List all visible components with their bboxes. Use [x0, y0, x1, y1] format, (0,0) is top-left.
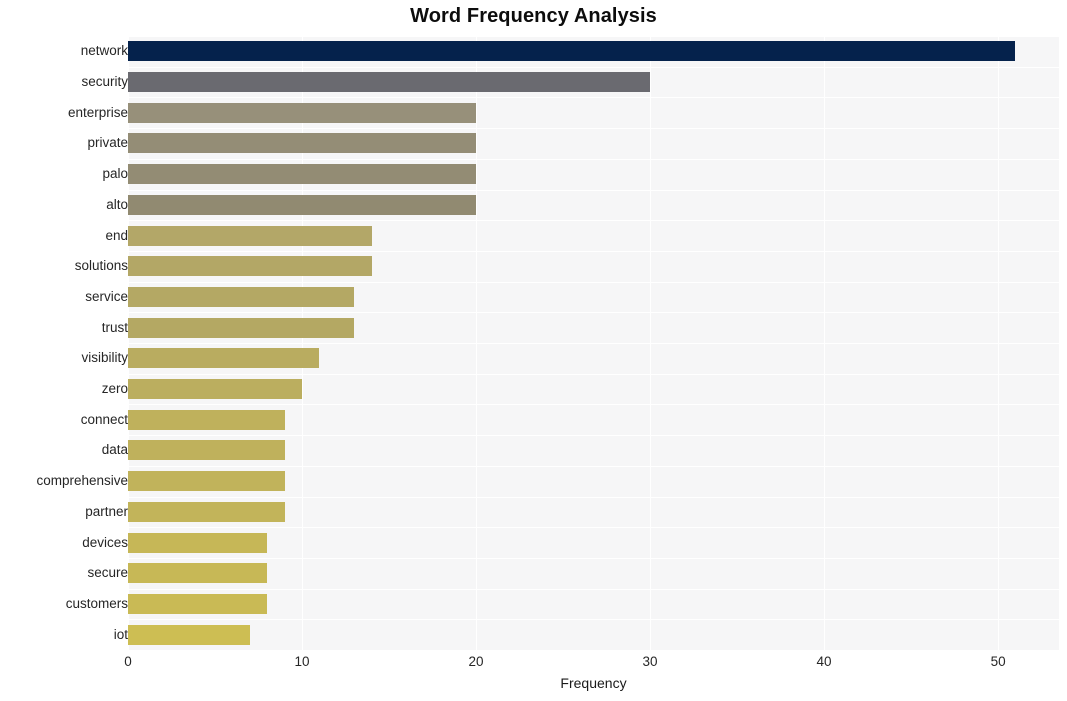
x-tick-label: 20: [468, 654, 484, 669]
y-tick-label: iot: [113, 626, 128, 642]
bar[interactable]: [128, 133, 477, 154]
gridline-horizontal: [128, 435, 1059, 436]
chart-title: Word Frequency Analysis: [410, 5, 657, 27]
bar[interactable]: [128, 593, 268, 614]
gridline-horizontal: [128, 466, 1059, 467]
y-tick-label: alto: [106, 196, 128, 212]
gridline-horizontal: [128, 159, 1059, 160]
y-axis-tick-labels: network security enterprise private palo alto…: [0, 36, 128, 650]
bar[interactable]: [128, 72, 651, 93]
y-tick-label: data: [101, 442, 128, 458]
gridline-horizontal: [128, 36, 1059, 37]
x-axis-tick-labels: 0 10 20 30 40 50: [0, 650, 1067, 676]
chart-figure: Word Frequency Analysis network security e…: [0, 0, 1067, 701]
bar[interactable]: [128, 471, 285, 492]
gridline-horizontal: [128, 251, 1059, 252]
bar[interactable]: [128, 41, 1016, 62]
gridline-horizontal: [128, 343, 1059, 344]
gridline-horizontal: [128, 67, 1059, 68]
y-tick-label: end: [105, 227, 128, 243]
y-tick-label: secure: [87, 565, 128, 581]
gridline-horizontal: [128, 589, 1059, 590]
bar[interactable]: [128, 409, 285, 430]
gridline-horizontal: [128, 97, 1059, 98]
bar[interactable]: [128, 379, 303, 400]
y-tick-label: visibility: [81, 350, 128, 366]
bar[interactable]: [128, 225, 372, 246]
y-tick-label: partner: [85, 503, 128, 519]
y-tick-label: customers: [65, 595, 128, 611]
y-tick-label: service: [85, 288, 128, 304]
plot-area: [128, 36, 1059, 650]
gridline-horizontal: [128, 527, 1059, 528]
y-tick-label: trust: [101, 319, 128, 335]
bar[interactable]: [128, 440, 285, 461]
bar[interactable]: [128, 317, 355, 338]
bar[interactable]: [128, 164, 477, 185]
gridline-horizontal: [128, 128, 1059, 129]
x-tick-label: 30: [642, 654, 658, 669]
bar[interactable]: [128, 624, 250, 645]
y-tick-label: devices: [82, 534, 128, 550]
gridline-horizontal: [128, 282, 1059, 283]
gridline-horizontal: [128, 497, 1059, 498]
y-tick-label: enterprise: [67, 104, 128, 120]
x-tick-label: 50: [990, 654, 1006, 669]
y-tick-label: palo: [102, 166, 128, 182]
gridline-horizontal: [128, 558, 1059, 559]
gridline-horizontal: [128, 312, 1059, 313]
gridline-horizontal: [128, 619, 1059, 620]
bar[interactable]: [128, 194, 477, 215]
x-tick-label: 0: [124, 654, 132, 669]
y-tick-label: network: [80, 43, 128, 59]
x-tick-label: 10: [294, 654, 310, 669]
gridline-horizontal: [128, 374, 1059, 375]
y-tick-label: private: [87, 135, 128, 151]
gridline-horizontal: [128, 404, 1059, 405]
bar[interactable]: [128, 256, 372, 277]
bar[interactable]: [128, 348, 320, 369]
x-tick-label: 40: [816, 654, 832, 669]
y-tick-label: connect: [80, 411, 128, 427]
y-tick-label: zero: [101, 381, 128, 397]
y-tick-label: comprehensive: [36, 473, 128, 489]
bar[interactable]: [128, 102, 477, 123]
bar[interactable]: [128, 501, 285, 522]
x-axis-label: Frequency: [560, 675, 627, 691]
gridline-horizontal: [128, 190, 1059, 191]
y-tick-label: security: [81, 74, 128, 90]
bar[interactable]: [128, 563, 268, 584]
y-tick-label: solutions: [74, 258, 128, 274]
gridline-horizontal: [128, 220, 1059, 221]
bar[interactable]: [128, 532, 268, 553]
bar[interactable]: [128, 286, 355, 307]
